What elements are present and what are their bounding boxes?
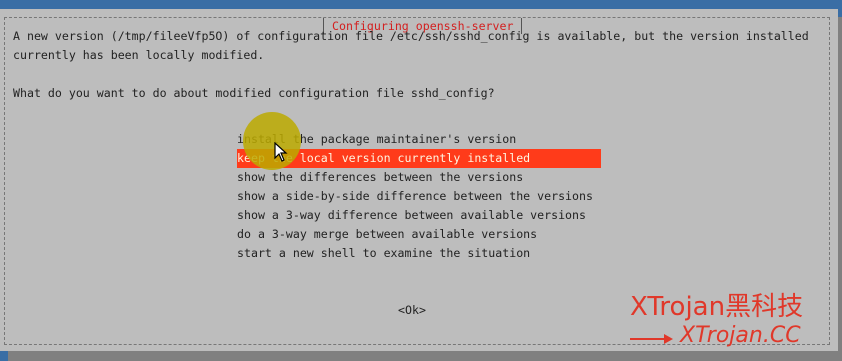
option-side-by-side[interactable]: show a side-by-side difference between t…: [237, 187, 601, 206]
option-3way-difference[interactable]: show a 3-way difference between availabl…: [237, 206, 601, 225]
option-start-shell[interactable]: start a new shell to examine the situati…: [237, 244, 601, 263]
dialog-shadow-right: [838, 17, 842, 351]
question-text: What do you want to do about modified co…: [13, 86, 495, 100]
watermark-line-1: XTrojan黑科技: [630, 292, 804, 322]
message-line-1: A new version (/tmp/fileeVfp5O) of confi…: [13, 29, 809, 43]
ok-button[interactable]: <Ok>: [398, 301, 426, 320]
mouse-pointer-icon: [274, 142, 288, 162]
cursor-highlight: [243, 112, 301, 170]
watermark: XTrojan黑科技 XTrojan.CC: [630, 292, 803, 350]
watermark-line-2: XTrojan.CC: [680, 323, 801, 348]
watermark-line-2-row: XTrojan.CC: [630, 322, 803, 350]
option-3way-merge[interactable]: do a 3-way merge between available versi…: [237, 225, 601, 244]
option-show-differences[interactable]: show the differences between the version…: [237, 168, 601, 187]
dialog-shadow-bottom: [8, 351, 842, 361]
right-arrow-icon: [630, 333, 673, 344]
message-line-2: currently has been locally modified.: [13, 48, 265, 62]
